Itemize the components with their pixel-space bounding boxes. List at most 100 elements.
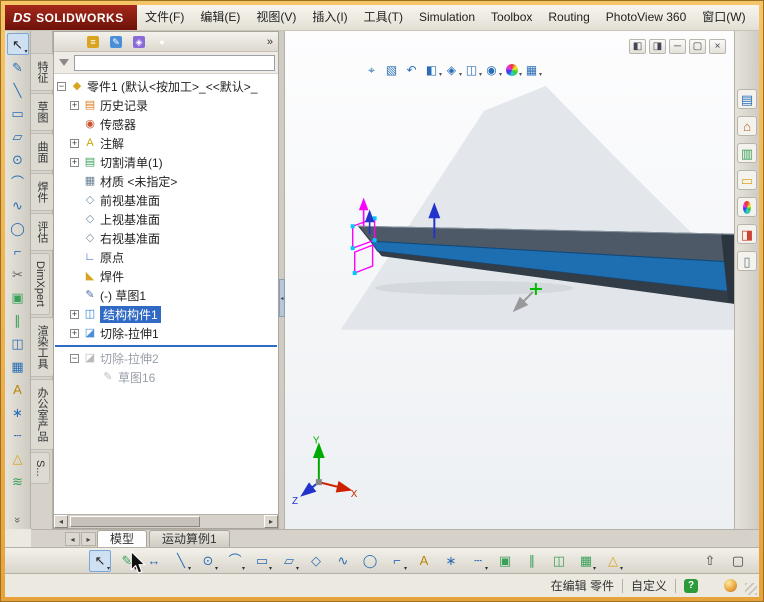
menu-photoview[interactable]: PhotoView 360	[598, 5, 695, 30]
tree-item[interactable]: ✎ 草图16	[54, 368, 278, 387]
convert-entities-icon[interactable]: ▣	[7, 286, 29, 308]
tab-dimxpert[interactable]: DimXpert	[31, 253, 50, 315]
resize-grip[interactable]	[745, 583, 757, 595]
circle-icon[interactable]: ⊙	[7, 148, 29, 170]
point-icon[interactable]: ∗	[440, 550, 462, 572]
menu-view[interactable]: 视图(V)	[248, 5, 304, 30]
rollback-bar[interactable]	[55, 345, 277, 347]
tree-item[interactable]: ◇ 右视基准面	[54, 229, 278, 248]
doc-minimize-button[interactable]: ─	[669, 39, 686, 54]
select-cursor-icon[interactable]: ↖ ▾	[89, 549, 111, 572]
menu-routing[interactable]: Routing	[540, 5, 597, 30]
tree-item[interactable]: ◇ 前视基准面	[54, 191, 278, 210]
graphics-area[interactable]: Y X Z ⌖ ▧ ↶ ◧ ▾ ◈ ▾ ◫ ▾ ◉ ▾ ▾ ▦ ▾ ◧ ◨ ─ …	[285, 31, 734, 529]
quick-snaps-icon[interactable]: ≋	[7, 470, 29, 492]
centerline-icon[interactable]: ┄ ▾	[467, 550, 489, 572]
menu-toolbox[interactable]: Toolbox	[483, 5, 540, 30]
polygon-icon[interactable]: ◇	[305, 550, 327, 572]
solidworks-resources-icon[interactable]: ▤	[737, 89, 757, 109]
tree-item[interactable]: ∟ 原点	[54, 248, 278, 267]
previous-view-icon[interactable]: ↶	[403, 61, 420, 79]
slot-icon[interactable]: ▱ ▾	[278, 550, 300, 572]
scroll-left-button[interactable]: ◂	[54, 515, 68, 528]
offset-entities-icon[interactable]: ∥	[7, 309, 29, 331]
tab-scroll-left-button[interactable]: ◂	[65, 532, 80, 546]
tab-office-products[interactable]: 办公室产品	[31, 378, 54, 450]
linear-pattern-icon[interactable]: ▦	[7, 355, 29, 377]
trim-entities-icon[interactable]: ✂	[7, 263, 29, 285]
customize-button[interactable]: 自定义	[631, 577, 667, 594]
spline-icon[interactable]: ∿	[7, 194, 29, 216]
scrollbar-thumb[interactable]	[70, 516, 200, 527]
tab-displaymanager[interactable]: ●	[153, 34, 171, 50]
tab-weldments[interactable]: 焊件	[31, 173, 54, 211]
select-tool-icon[interactable]: ↖ ▾	[6, 33, 29, 55]
linear-pattern-icon[interactable]: ▦ ▾	[575, 550, 597, 572]
tab-features[interactable]: 特征	[31, 53, 54, 91]
menu-edit[interactable]: 编辑(E)	[192, 5, 248, 30]
tab-solidworks-addins[interactable]: S...	[31, 451, 50, 485]
appearances-scenes-icon[interactable]: ●	[737, 197, 757, 217]
tree-expand-toggle[interactable]: +	[70, 158, 79, 167]
mirror-entities-icon[interactable]: ◫	[548, 550, 570, 572]
tree-item[interactable]: ▦ 材质 <未指定>	[54, 172, 278, 191]
section-view-icon[interactable]: ◧ ▾	[423, 61, 442, 79]
pane-right-icon[interactable]: ◨	[649, 39, 666, 54]
tree-item[interactable]: + A 注解	[54, 134, 278, 153]
ellipse-icon[interactable]: ◯	[359, 550, 381, 572]
rectangle-icon[interactable]: ▭	[7, 102, 29, 124]
line-icon[interactable]: ╲	[7, 79, 29, 101]
custom-properties-icon[interactable]: ◨	[737, 224, 757, 244]
tree-expand-toggle[interactable]: +	[70, 139, 79, 148]
display-style-icon[interactable]: ◫ ▾	[463, 61, 482, 79]
mirror-entities-icon[interactable]: ◫	[7, 332, 29, 354]
fillet-icon[interactable]: ⌐ ▾	[386, 550, 408, 572]
tree-item[interactable]: ◇ 上视基准面	[54, 210, 278, 229]
display-relations-icon[interactable]: △ ▾	[602, 550, 624, 572]
tab-propertymanager[interactable]: ✎	[107, 34, 125, 50]
display-relations-icon[interactable]: △	[7, 447, 29, 469]
sketch-fillet-icon[interactable]: ⌐	[7, 240, 29, 262]
rectangle-icon[interactable]: ▭ ▾	[251, 550, 273, 572]
offset-entities-icon[interactable]: ∥	[521, 550, 543, 572]
sketch-icon[interactable]: ✎	[7, 56, 29, 78]
panel-overflow-button[interactable]: »	[267, 36, 273, 48]
convert-entities-icon[interactable]: ▣	[494, 550, 516, 572]
tab-surfaces[interactable]: 曲面	[31, 133, 54, 171]
tree-item[interactable]: + ▤ 历史记录	[54, 96, 278, 115]
menu-tools[interactable]: 工具(T)	[356, 5, 411, 30]
toolbar-overflow-chevron[interactable]: »	[12, 517, 24, 523]
menu-simulation[interactable]: Simulation	[411, 5, 483, 30]
tab-render-tools[interactable]: 渲染工具	[31, 316, 54, 377]
forum-icon[interactable]: ▯	[737, 251, 757, 271]
apply-scene-icon[interactable]: ▦ ▾	[523, 61, 542, 79]
filter-input[interactable]	[74, 54, 275, 71]
line-icon[interactable]: ╲ ▾	[170, 550, 192, 572]
menu-window[interactable]: 窗口(W)	[694, 5, 753, 30]
arc-icon[interactable]: ⌒	[7, 171, 29, 193]
tree-item[interactable]: ◉ 传感器	[54, 115, 278, 134]
tree-expand-toggle[interactable]: −	[57, 82, 66, 91]
file-explorer-icon[interactable]: ▥	[737, 143, 757, 163]
zoom-fit-icon[interactable]: ⌖	[363, 61, 380, 79]
help-icon[interactable]: ?	[684, 578, 698, 593]
tab-motion-study[interactable]: 运动算例1	[149, 530, 230, 547]
hide-show-items-icon[interactable]: ◉ ▾	[483, 61, 502, 79]
scroll-right-button[interactable]: ▸	[264, 515, 278, 528]
spline-icon[interactable]: ∿	[332, 550, 354, 572]
text-icon[interactable]: A	[413, 550, 435, 572]
fullscreen-icon[interactable]: ▢	[727, 550, 749, 572]
tree-expand-toggle[interactable]: −	[70, 354, 79, 363]
doc-restore-button[interactable]: ▢	[689, 39, 706, 54]
tree-item[interactable]: + ◪ 切除-拉伸1	[54, 324, 278, 343]
tab-configurationmanager[interactable]: ◈	[130, 34, 148, 50]
tab-sketch[interactable]: 草图	[31, 93, 54, 131]
pane-left-icon[interactable]: ◧	[629, 39, 646, 54]
edit-appearance-icon[interactable]: ● ▾	[503, 61, 522, 79]
tab-model[interactable]: 模型	[97, 530, 148, 547]
view-palette-icon[interactable]: ▭	[737, 170, 757, 190]
point-icon[interactable]: ∗	[7, 401, 29, 423]
tree-expand-toggle[interactable]: +	[70, 310, 79, 319]
menu-file[interactable]: 文件(F)	[137, 5, 192, 30]
tree-item[interactable]: − ◆ 零件1 (默认<按加工>_<<默认>_	[54, 77, 278, 96]
